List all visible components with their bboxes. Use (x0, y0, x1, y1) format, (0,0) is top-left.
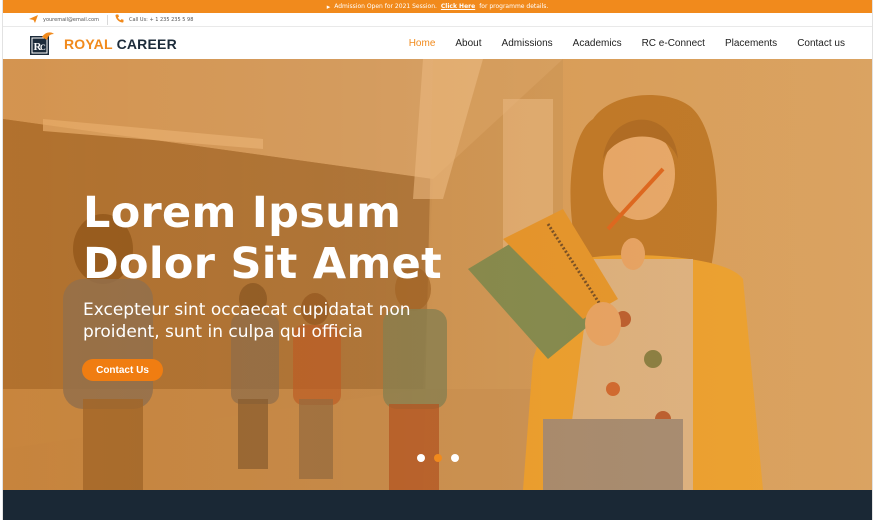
phone-text: Call Us: + 1 235 235 5 98 (128, 16, 194, 23)
send-icon (29, 14, 38, 25)
email-text: youremail@email.com (43, 16, 99, 23)
megaphone-icon: ▸ (326, 2, 331, 11)
hero-slider: Lorem Ipsum Dolor Sit Amet Excepteur sin… (3, 59, 872, 490)
announcement-suffix: for programme details. (479, 3, 549, 10)
logo-emblem-icon: R C (29, 31, 55, 56)
phone-icon (115, 14, 124, 25)
announcement-text: Admission Open for 2021 Session. (334, 3, 437, 10)
phone-contact[interactable]: Call Us: + 1 235 235 5 98 (115, 14, 193, 25)
hero-title: Lorem Ipsum Dolor Sit Amet (83, 188, 503, 290)
hero-title-line2: Dolor Sit Amet (83, 239, 442, 289)
slider-dot-3[interactable] (451, 454, 459, 462)
brand-logo[interactable]: R C ROYAL CAREER (29, 31, 177, 56)
navbar: R C ROYAL CAREER Home About Admissions A… (3, 28, 872, 59)
contact-bar: youremail@email.com Call Us: + 1 235 235… (3, 13, 872, 27)
main-nav: Home About Admissions Academics RC e-Con… (389, 28, 845, 59)
slider-dots (417, 454, 459, 462)
nav-item-placements[interactable]: Placements (725, 38, 777, 49)
hero-title-line1: Lorem Ipsum (83, 188, 402, 238)
section-band (3, 490, 872, 520)
nav-item-contact[interactable]: Contact us (797, 38, 845, 49)
hero-subtitle-line2: proident, sunt in culpa qui officia (83, 322, 363, 342)
brand-name: ROYAL CAREER (64, 36, 177, 52)
contact-us-button[interactable]: Contact Us (82, 359, 163, 381)
nav-item-rc-econnect[interactable]: RC e-Connect (642, 38, 705, 49)
announcement-link[interactable]: Click Here (441, 3, 475, 10)
page: ▸ Admission Open for 2021 Session. Click… (2, 0, 873, 520)
svg-text:C: C (40, 43, 46, 52)
nav-item-academics[interactable]: Academics (573, 38, 622, 49)
brand-name-part1: ROYAL (64, 35, 113, 52)
brand-name-part2: CAREER (116, 35, 177, 52)
nav-item-about[interactable]: About (455, 38, 481, 49)
hero-subtitle-line1: Excepteur sint occaecat cupidatat non (83, 300, 411, 320)
contact-divider (106, 14, 108, 25)
slider-dot-2[interactable] (434, 454, 442, 462)
hero-subtitle: Excepteur sint occaecat cupidatat non pr… (83, 299, 423, 343)
nav-item-admissions[interactable]: Admissions (502, 38, 553, 49)
announcement-bar: ▸ Admission Open for 2021 Session. Click… (3, 0, 872, 13)
slider-dot-1[interactable] (417, 454, 425, 462)
nav-item-home[interactable]: Home (409, 38, 436, 49)
email-contact[interactable]: youremail@email.com (29, 14, 99, 25)
